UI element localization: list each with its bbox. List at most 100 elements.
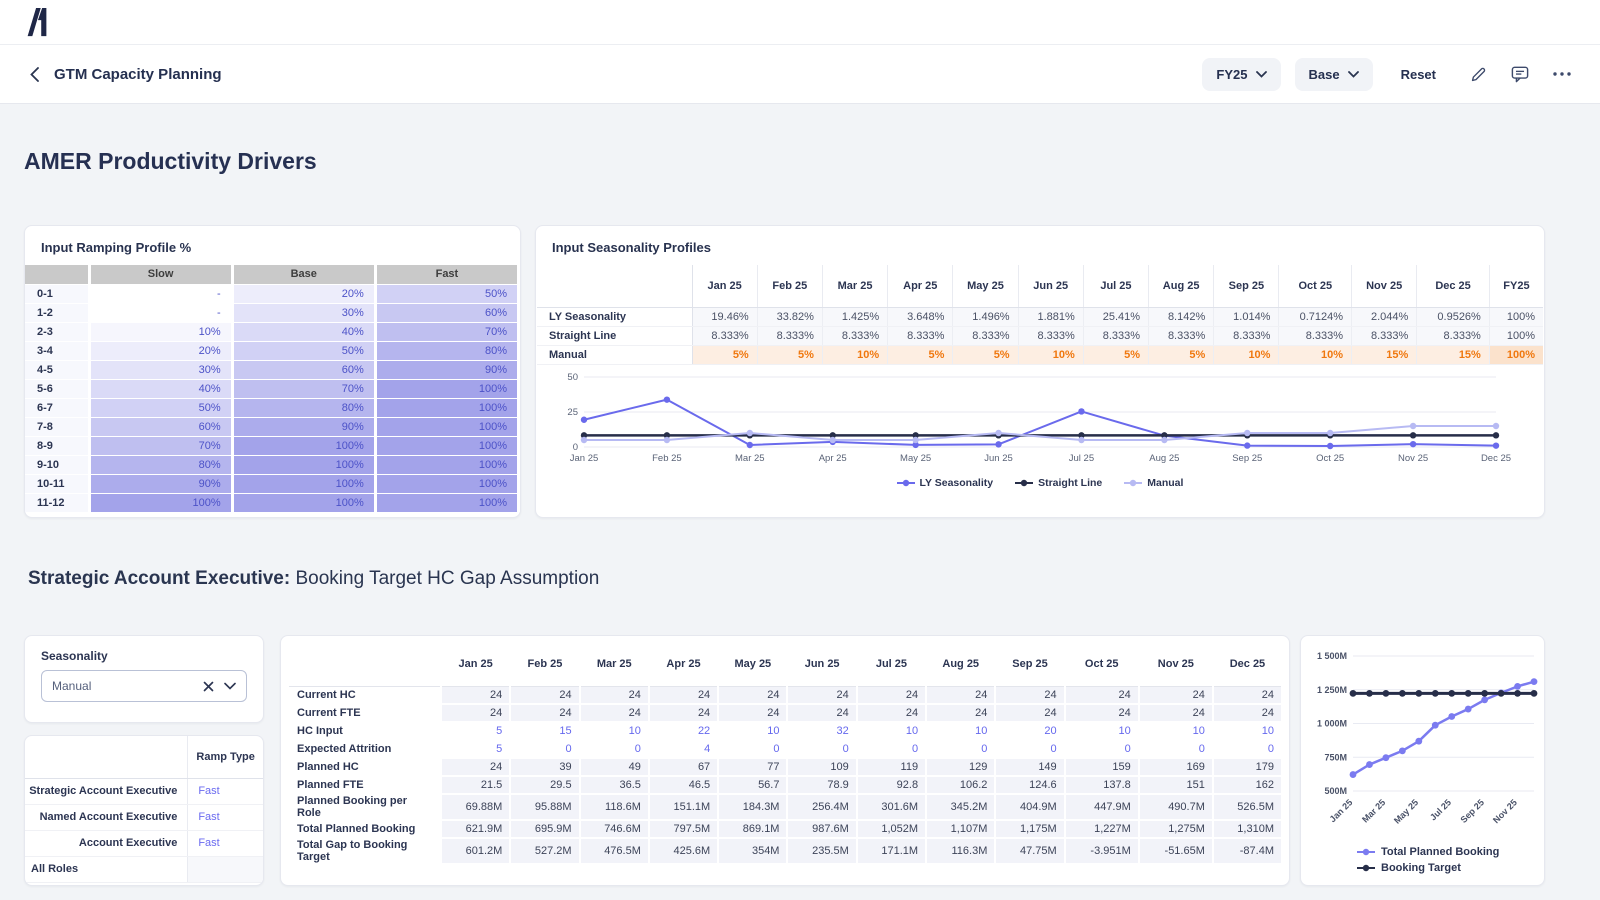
ramping-cell[interactable]: 20%: [232, 284, 375, 303]
ramping-cell[interactable]: 80%: [232, 398, 375, 417]
ramping-cell[interactable]: 40%: [232, 322, 375, 341]
seasonality-cell[interactable]: 5%: [692, 345, 757, 364]
edit-pencil-icon[interactable]: [1464, 60, 1492, 88]
ramping-cell[interactable]: 80%: [375, 341, 518, 360]
seasonality-cell[interactable]: 5%: [1149, 345, 1214, 364]
legend-item: Booking Target: [1357, 862, 1461, 874]
sae-cell[interactable]: 22: [649, 722, 718, 740]
seasonality-cell[interactable]: 5%: [953, 345, 1018, 364]
sae-cell[interactable]: 10: [1139, 722, 1213, 740]
ramping-cell[interactable]: 50%: [232, 341, 375, 360]
seasonality-cell: 8.333%: [1352, 326, 1417, 345]
sae-cell: -87.4M: [1213, 838, 1281, 864]
ramping-cell[interactable]: 100%: [232, 436, 375, 455]
comment-icon[interactable]: [1506, 60, 1534, 88]
chevron-down-icon[interactable]: [224, 682, 236, 690]
ramping-cell[interactable]: 30%: [232, 303, 375, 322]
ramping-cell[interactable]: 90%: [232, 417, 375, 436]
seasonality-cell: 3.648%: [888, 307, 953, 326]
seasonality-cell[interactable]: 10%: [1279, 345, 1352, 364]
ramp-type-value-cell[interactable]: Fast: [188, 804, 263, 830]
sae-cell: 24: [857, 686, 926, 704]
sae-cell[interactable]: 10: [1065, 722, 1139, 740]
seasonality-select[interactable]: Manual: [41, 670, 247, 702]
ramping-cell[interactable]: 100%: [232, 493, 375, 512]
ramping-cell[interactable]: 70%: [89, 436, 232, 455]
ramping-cell[interactable]: 100%: [375, 436, 518, 455]
ramping-cell[interactable]: 60%: [375, 303, 518, 322]
sae-cell[interactable]: 0: [580, 740, 649, 758]
sae-cell[interactable]: 0: [857, 740, 926, 758]
ramping-cell[interactable]: 20%: [89, 341, 232, 360]
back-button[interactable]: [24, 64, 44, 84]
seasonality-cell[interactable]: 15%: [1352, 345, 1417, 364]
seasonality-cell[interactable]: 5%: [1083, 345, 1148, 364]
ramping-cell[interactable]: 100%: [375, 474, 518, 493]
ramping-cell[interactable]: 70%: [232, 379, 375, 398]
sae-cell[interactable]: 10: [926, 722, 995, 740]
reset-button[interactable]: Reset: [1387, 67, 1450, 82]
clear-x-icon[interactable]: [203, 681, 214, 692]
sae-cell[interactable]: 32: [787, 722, 856, 740]
ramping-table-row: 1-2-30%60%: [25, 303, 519, 322]
ramping-cell[interactable]: 100%: [375, 493, 518, 512]
ramping-cell[interactable]: 100%: [89, 493, 232, 512]
sae-column-header: Jun 25: [787, 642, 856, 686]
ramping-cell[interactable]: -: [89, 284, 232, 303]
sae-cell[interactable]: 0: [1213, 740, 1281, 758]
ramping-cell[interactable]: 60%: [89, 417, 232, 436]
ramping-cell[interactable]: 50%: [375, 284, 518, 303]
seasonality-cell[interactable]: 10%: [822, 345, 887, 364]
period-dropdown[interactable]: FY25: [1202, 58, 1280, 91]
sae-cell[interactable]: 0: [510, 740, 579, 758]
ramping-cell[interactable]: 80%: [89, 455, 232, 474]
ramping-cell[interactable]: 100%: [375, 455, 518, 474]
sae-cell[interactable]: 0: [926, 740, 995, 758]
sae-row-label: Expected Attrition: [289, 740, 441, 758]
ramping-cell[interactable]: 90%: [89, 474, 232, 493]
seasonality-cell[interactable]: 10%: [1018, 345, 1083, 364]
ramping-cell[interactable]: 100%: [232, 474, 375, 493]
ramping-table-row: 3-420%50%80%: [25, 341, 519, 360]
ramp-type-value-cell[interactable]: Fast: [188, 778, 263, 804]
sae-cell[interactable]: 10: [1213, 722, 1281, 740]
seasonality-column-header: FY25: [1489, 265, 1543, 307]
sae-cell[interactable]: 0: [1139, 740, 1213, 758]
sae-cell[interactable]: 0: [787, 740, 856, 758]
sae-cell[interactable]: 15: [510, 722, 579, 740]
ramping-cell[interactable]: 100%: [375, 417, 518, 436]
ramping-cell[interactable]: 100%: [232, 455, 375, 474]
ramping-cell[interactable]: 100%: [375, 379, 518, 398]
sae-cell[interactable]: 0: [1065, 740, 1139, 758]
ramping-cell[interactable]: 10%: [89, 322, 232, 341]
seasonality-cell[interactable]: 5%: [888, 345, 953, 364]
version-dropdown[interactable]: Base: [1295, 58, 1373, 91]
sae-cell[interactable]: 0: [995, 740, 1064, 758]
ramping-cell[interactable]: 90%: [375, 360, 518, 379]
seasonality-cell[interactable]: 100%: [1489, 345, 1543, 364]
sae-cell[interactable]: 5: [441, 740, 510, 758]
ramping-cell[interactable]: -: [89, 303, 232, 322]
ramping-cell[interactable]: 30%: [89, 360, 232, 379]
seasonality-cell[interactable]: 5%: [757, 345, 822, 364]
ramping-cell[interactable]: 70%: [375, 322, 518, 341]
sae-cell[interactable]: 10: [580, 722, 649, 740]
ramp-type-value-cell[interactable]: Fast: [188, 830, 263, 856]
svg-text:0: 0: [573, 442, 578, 453]
ramping-row-label: 0-1: [25, 284, 89, 303]
sae-cell: 354M: [718, 838, 787, 864]
sae-cell[interactable]: 0: [718, 740, 787, 758]
ramping-cell[interactable]: 50%: [89, 398, 232, 417]
sae-cell[interactable]: 4: [649, 740, 718, 758]
sae-cell[interactable]: 10: [718, 722, 787, 740]
seasonality-cell[interactable]: 10%: [1214, 345, 1279, 364]
sae-cell[interactable]: 5: [441, 722, 510, 740]
seasonality-cell[interactable]: 15%: [1417, 345, 1490, 364]
ramping-cell[interactable]: 60%: [232, 360, 375, 379]
sae-cell[interactable]: 10: [857, 722, 926, 740]
sae-cell[interactable]: 20: [995, 722, 1064, 740]
ramping-cell[interactable]: 40%: [89, 379, 232, 398]
more-options-icon[interactable]: [1548, 60, 1576, 88]
ramping-table-row: 4-530%60%90%: [25, 360, 519, 379]
ramping-cell[interactable]: 100%: [375, 398, 518, 417]
